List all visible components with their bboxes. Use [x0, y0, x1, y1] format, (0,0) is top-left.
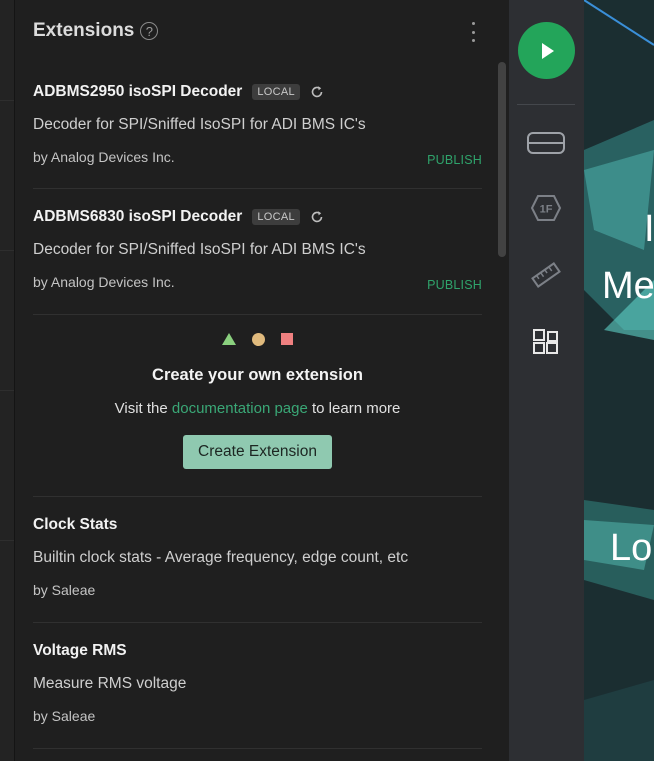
- triangle-icon: [222, 333, 236, 345]
- divider: [33, 622, 482, 623]
- scrollbar-thumb[interactable]: [498, 62, 506, 257]
- divider: [33, 188, 482, 189]
- local-badge: LOCAL: [252, 84, 300, 100]
- create-extension-button[interactable]: Create Extension: [183, 435, 332, 469]
- sidebar-separator: [517, 104, 575, 105]
- play-icon: [541, 42, 554, 59]
- extension-title: Voltage RMS: [33, 642, 127, 659]
- extension-description: Decoder for SPI/Sniffed IsoSPI for ADI B…: [33, 116, 366, 133]
- documentation-link[interactable]: documentation page: [172, 400, 308, 417]
- create-title: Create your own extension: [152, 366, 363, 384]
- start-capture-button[interactable]: [518, 22, 575, 79]
- left-panel-edge: [0, 0, 15, 761]
- extension-author: by Saleae: [33, 582, 96, 598]
- local-badge: LOCAL: [252, 209, 300, 225]
- publish-link[interactable]: PUBLISH: [427, 278, 482, 292]
- square-icon: [281, 333, 293, 345]
- divider: [33, 496, 482, 497]
- circle-icon: [252, 332, 265, 346]
- extensions-icon: [533, 329, 558, 354]
- extension-description: Decoder for SPI/Sniffed IsoSPI for ADI B…: [33, 241, 366, 258]
- refresh-icon[interactable]: [310, 210, 324, 224]
- create-instructions: Visit the documentation page to learn mo…: [33, 400, 482, 417]
- extension-title: ADBMS2950 isoSPI Decoder: [33, 83, 243, 100]
- background-canvas: I Me Lo: [584, 0, 654, 761]
- help-icon[interactable]: ?: [140, 22, 159, 40]
- left-strip-divider: [0, 540, 14, 541]
- extension-item[interactable]: Voltage RMS Measure RMS voltage by Salea…: [33, 641, 482, 724]
- publish-link[interactable]: PUBLISH: [427, 153, 482, 167]
- extension-author: by Analog Devices Inc.: [33, 274, 175, 290]
- divider: [33, 314, 482, 315]
- left-strip-divider: [0, 250, 14, 251]
- extension-author: by Analog Devices Inc.: [33, 149, 175, 165]
- extension-description: Measure RMS voltage: [33, 675, 187, 692]
- refresh-icon[interactable]: [310, 85, 324, 99]
- create-text-before: Visit the: [114, 400, 168, 417]
- extension-author: by Saleae: [33, 708, 96, 724]
- create-extension-section: Create your own extension Visit the docu…: [33, 330, 482, 469]
- analyzer-1f-icon: 1F: [530, 195, 562, 221]
- panel-header: Extensions ?: [33, 20, 159, 42]
- extension-title: ADBMS6830 isoSPI Decoder: [33, 208, 243, 225]
- sidebar-item-analyzers[interactable]: 1F: [526, 193, 566, 223]
- extensions-panel: Extensions ? ADBMS2950 isoSPI Decoder LO…: [15, 0, 509, 761]
- left-strip-divider: [0, 390, 14, 391]
- background-text: I: [644, 208, 654, 250]
- scrollbar[interactable]: [498, 62, 506, 257]
- background-text: Me: [602, 265, 654, 307]
- device-icon: [527, 132, 565, 154]
- divider: [33, 748, 482, 749]
- sidebar-item-extensions[interactable]: [526, 327, 566, 357]
- create-text-after: to learn more: [312, 400, 401, 417]
- svg-text:1F: 1F: [540, 204, 553, 216]
- shapes-illustration: [33, 330, 482, 348]
- panel-title: Extensions: [33, 20, 135, 41]
- extension-item[interactable]: ADBMS6830 isoSPI Decoder LOCAL Decoder f…: [33, 207, 482, 292]
- sidebar-item-device[interactable]: [526, 128, 566, 158]
- right-sidebar: 1F: [509, 0, 584, 761]
- ruler-icon: [531, 262, 561, 288]
- background-text: Lo: [610, 527, 653, 569]
- extension-title: Clock Stats: [33, 516, 118, 533]
- extension-item[interactable]: ADBMS2950 isoSPI Decoder LOCAL Decoder f…: [33, 82, 482, 167]
- more-options-icon[interactable]: [470, 22, 476, 42]
- left-strip-divider: [0, 100, 14, 101]
- sidebar-item-measurements[interactable]: [526, 260, 566, 290]
- background-graphic: [584, 0, 654, 761]
- extension-item[interactable]: Clock Stats Builtin clock stats - Averag…: [33, 515, 482, 598]
- extension-description: Builtin clock stats - Average frequency,…: [33, 549, 409, 566]
